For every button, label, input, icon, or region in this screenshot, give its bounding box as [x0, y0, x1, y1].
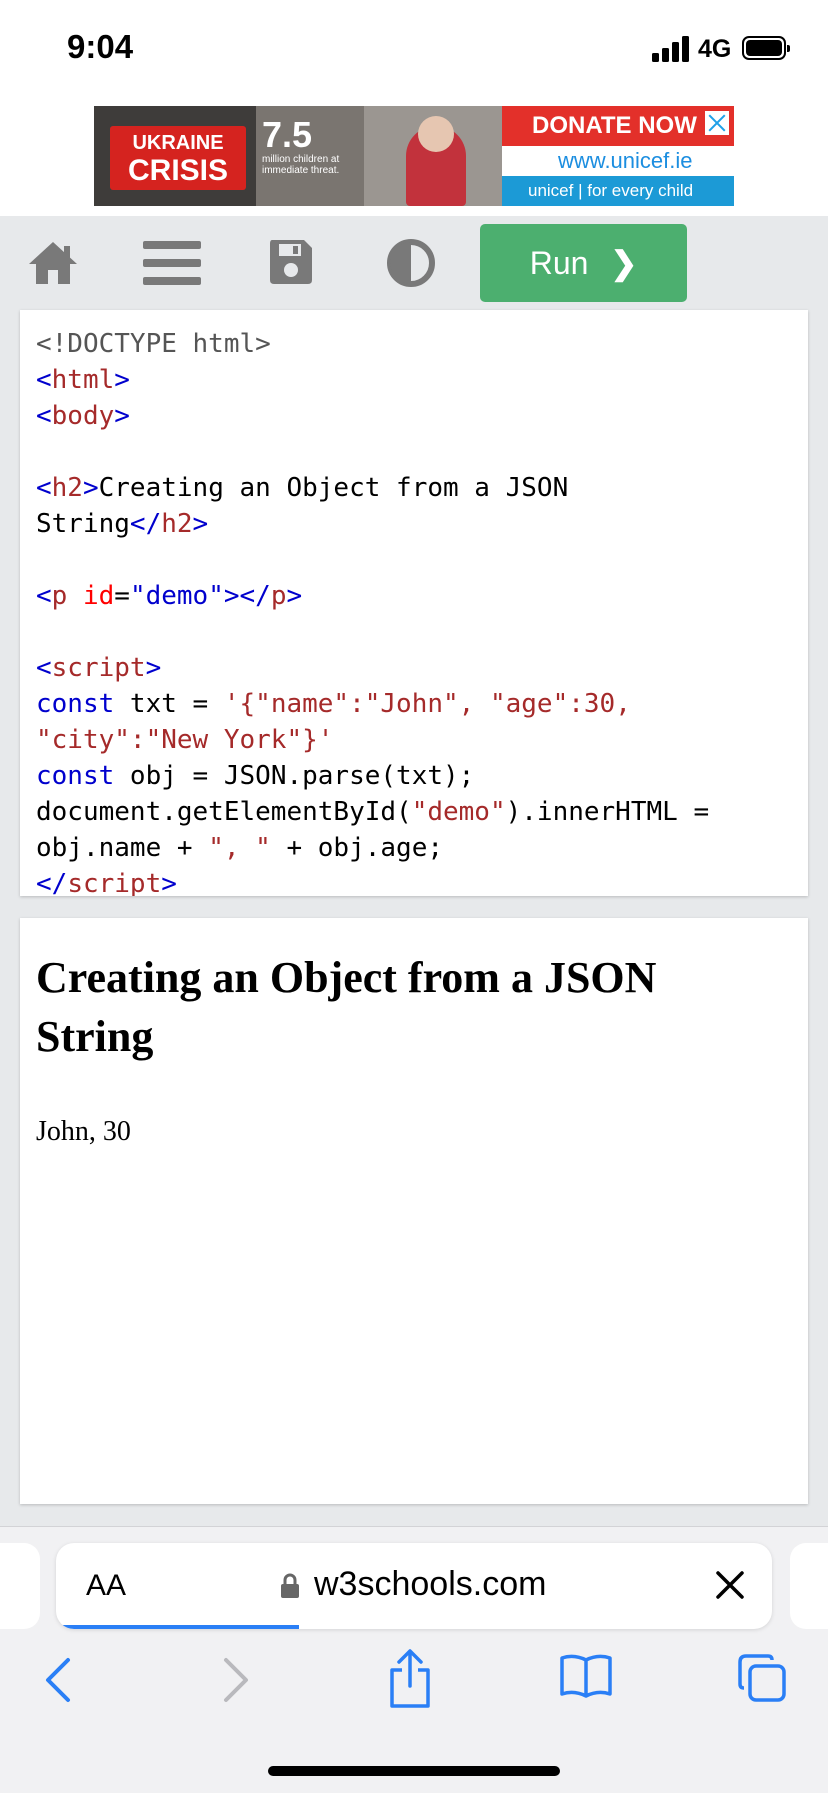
code-script-open: script	[51, 653, 146, 683]
ad-stat: 7.5 million children at immediate threat…	[262, 114, 352, 177]
code-const-2: const	[36, 761, 115, 791]
stop-loading-icon[interactable]	[712, 1567, 748, 1603]
chevron-right-icon: ❯	[610, 245, 638, 281]
back-icon[interactable]	[40, 1652, 76, 1708]
ad-donate-button[interactable]: DONATE NOW	[502, 106, 734, 146]
editor-toolbar: Run ❯	[0, 216, 828, 308]
code-name-str: ", "	[208, 833, 271, 863]
ad-banner[interactable]: UKRAINE CRISIS 7.5 million children at i…	[94, 106, 734, 206]
code-doctype: <!DOCTYPE html>	[36, 329, 271, 359]
ad-tagline: unicef | for every child	[502, 176, 734, 206]
page-load-progress	[56, 1625, 300, 1629]
code-const-1: const	[36, 689, 115, 719]
forward-icon[interactable]	[218, 1652, 254, 1708]
result-paragraph: John, 30	[36, 1116, 131, 1147]
save-icon[interactable]	[268, 238, 314, 286]
ad-brand-panel: UKRAINE CRISIS	[94, 106, 256, 206]
ad-crisis-badge: UKRAINE CRISIS	[110, 126, 246, 190]
ad-stat-number: 7.5	[262, 114, 313, 155]
status-time: 9:04	[67, 28, 134, 65]
code-html-tag: html	[51, 365, 115, 395]
code-h2-close: h2	[161, 509, 193, 539]
code-h2-text-1: Creating an Object from a JSON	[98, 473, 569, 503]
cellular-signal-icon	[652, 36, 689, 62]
code-txt-str2: "city":"New York"}'	[36, 725, 334, 755]
code-script-close: script	[67, 869, 162, 896]
code-text[interactable]: <!DOCTYPE html> <html> <body> <h2>Creati…	[36, 326, 709, 896]
status-bar: 9:04 4G	[0, 0, 828, 100]
code-doc-end: ).innerHTML =	[505, 797, 710, 827]
ad-photo-face	[418, 116, 454, 152]
code-name-start: obj.name +	[36, 833, 209, 863]
lock-icon	[281, 1573, 299, 1598]
code-obj-line: obj = JSON.parse(txt);	[114, 761, 475, 791]
home-icon[interactable]	[26, 238, 80, 288]
code-body-tag: body	[51, 401, 115, 431]
ad-close-icon[interactable]	[704, 110, 730, 136]
code-p-open: p	[51, 581, 68, 611]
code-editor[interactable]: <!DOCTYPE html> <html> <body> <h2>Creati…	[20, 310, 808, 896]
address-domain[interactable]: w3schools.com	[314, 1565, 546, 1604]
code-p-attr-value: "demo"	[129, 581, 224, 611]
code-p-attr: id	[82, 581, 115, 611]
battery-icon	[742, 36, 790, 60]
code-txt-start: txt =	[114, 689, 224, 719]
code-doc-start: document.getElementById(	[36, 797, 412, 827]
theme-toggle-icon[interactable]	[386, 238, 436, 288]
address-bar[interactable]: AA w3schools.com	[56, 1543, 772, 1629]
code-name-end: + obj.age;	[270, 833, 443, 863]
tabs-icon[interactable]	[736, 1652, 788, 1704]
menu-icon[interactable]	[143, 238, 201, 288]
ad-stat-text: million children at immediate threat.	[262, 154, 340, 176]
result-heading: Creating an Object from a JSON String	[36, 953, 657, 1061]
result-frame[interactable]: Creating an Object from a JSON String Jo…	[20, 918, 808, 1504]
run-label: Run	[529, 245, 589, 281]
bookmarks-icon[interactable]	[558, 1652, 614, 1698]
next-tab-peek[interactable]	[790, 1543, 828, 1629]
run-button[interactable]: Run ❯	[480, 224, 687, 302]
ad-url[interactable]: www.unicef.ie	[502, 146, 734, 176]
network-type: 4G	[698, 35, 732, 63]
text-size-button[interactable]: AA	[86, 1569, 126, 1603]
ad-brand-line2: CRISIS	[127, 154, 229, 187]
ad-photo	[364, 106, 504, 206]
code-h2-text-2: String	[36, 509, 130, 539]
code-h2-open: h2	[51, 473, 83, 503]
code-doc-str: "demo"	[411, 797, 506, 827]
code-txt-str1: '{"name":"John", "age":30,	[223, 689, 631, 719]
share-icon[interactable]	[386, 1648, 434, 1710]
ad-brand-line1: UKRAINE	[132, 132, 224, 154]
previous-tab-peek[interactable]	[0, 1543, 40, 1629]
code-p-close: p	[270, 581, 287, 611]
home-indicator[interactable]	[268, 1766, 560, 1776]
